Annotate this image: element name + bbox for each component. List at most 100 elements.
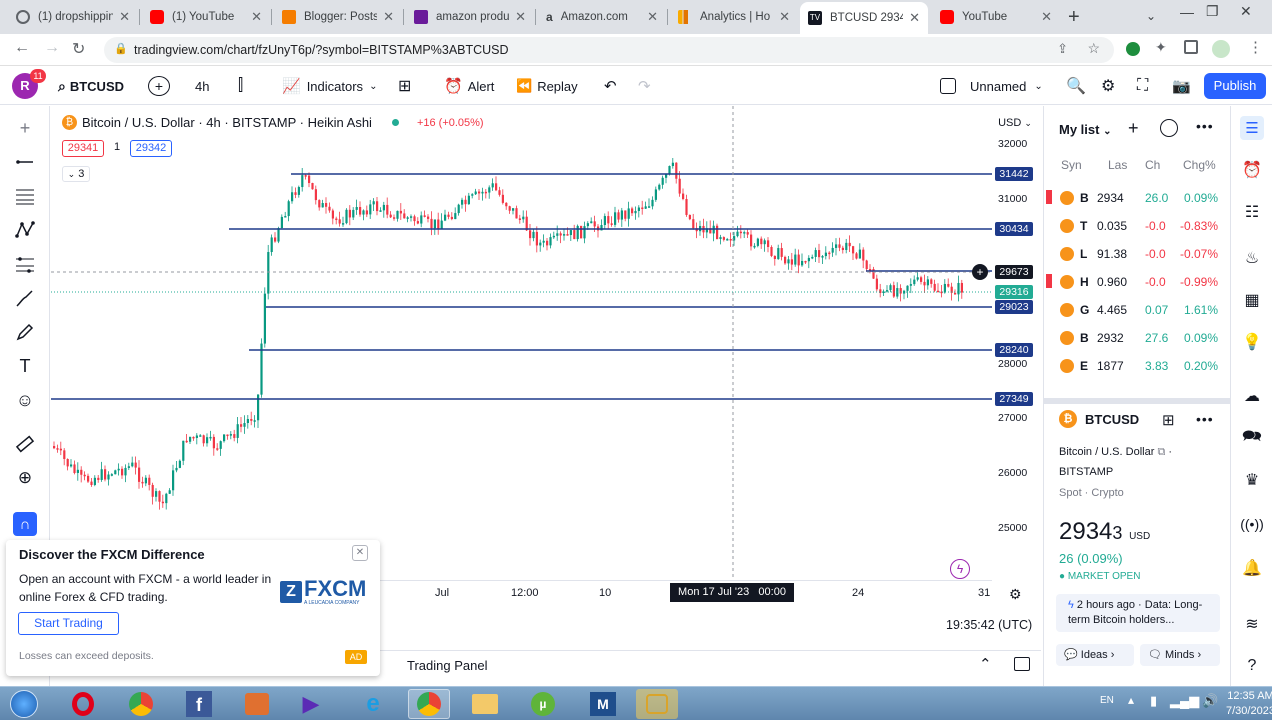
back-icon[interactable]: ←: [14, 39, 30, 57]
metatrader-icon[interactable]: M: [582, 689, 624, 719]
profile-avatar-icon[interactable]: [1212, 40, 1230, 58]
restore-icon[interactable]: ❐: [1206, 3, 1219, 20]
tab-btcusd[interactable]: TV BTCUSD 2934 ✕: [800, 2, 928, 34]
chart-legend[interactable]: ₿ Bitcoin / U.S. Dollar · 4h · BITSTAMP …: [62, 115, 484, 130]
watchlist-row[interactable]: B 2934 26.0 0.09%: [1044, 184, 1230, 212]
close-icon[interactable]: ✕: [779, 9, 790, 25]
alerts-clock-icon[interactable]: ⏰: [1240, 158, 1264, 182]
extension-icon[interactable]: [1126, 42, 1140, 56]
close-icon[interactable]: ✕: [119, 9, 130, 25]
news-item[interactable]: ϟ 2 hours ago · Data: Long-term Bitcoin …: [1056, 594, 1220, 632]
zoom-tool-icon[interactable]: ⊕: [13, 466, 37, 490]
text-tool-icon[interactable]: T: [13, 354, 37, 378]
network-icon[interactable]: ▂▄▆: [1170, 693, 1199, 709]
tab-analytics[interactable]: Analytics | Ho ✕: [670, 4, 798, 30]
replay-button[interactable]: ⏪ Replay: [516, 75, 578, 97]
maximize-panel-icon[interactable]: [1014, 657, 1030, 671]
symbol-search-button[interactable]: ⌕ BTCUSD: [58, 75, 124, 97]
tab-dropshipping[interactable]: (1) dropshipping ✕: [8, 4, 138, 30]
hotlists-flame-icon[interactable]: ♨: [1240, 246, 1264, 270]
fullscreen-button[interactable]: ⛶: [1137, 75, 1148, 97]
templates-button[interactable]: ⊞: [398, 75, 411, 97]
pattern-tool-icon[interactable]: [13, 218, 37, 242]
lightning-icon[interactable]: ϟ: [950, 559, 970, 579]
bookmark-star-icon[interactable]: ☆: [1087, 40, 1100, 57]
watchlist-icon[interactable]: ☰: [1240, 116, 1264, 140]
chats-icon[interactable]: 🗪: [1240, 426, 1264, 450]
tab-search-icon[interactable]: ⌄: [1146, 9, 1156, 23]
details-grid-icon[interactable]: ⊞: [1162, 411, 1175, 429]
magnet-tool-icon[interactable]: ∩: [13, 512, 37, 536]
close-ad-button[interactable]: ✕: [352, 545, 368, 561]
details-name[interactable]: Bitcoin / U.S. Dollar ⧉ ·: [1059, 446, 1172, 459]
indicators-button[interactable]: 📈 Indicators ⌄: [282, 75, 377, 97]
screenshot-button[interactable]: 📷: [1172, 75, 1191, 97]
help-icon[interactable]: ?: [1240, 654, 1264, 678]
facebook-icon[interactable]: f: [178, 689, 220, 719]
crosshair-tool-icon[interactable]: +: [13, 116, 37, 140]
tips-icon[interactable]: ♛: [1240, 468, 1264, 492]
watchlist-row[interactable]: H 0.960 -0.0 -0.99%: [1044, 268, 1230, 296]
chrome-active-icon[interactable]: [408, 689, 450, 719]
watchlist-row[interactable]: G 4.465 0.07 1.61%: [1044, 296, 1230, 324]
file-explorer-icon[interactable]: [464, 689, 506, 719]
window-close-icon[interactable]: ✕: [1240, 3, 1252, 20]
tab-youtube-1[interactable]: (1) YouTube ✕: [142, 4, 270, 30]
chrome-menu-icon[interactable]: ⋮: [1248, 38, 1263, 56]
pen-tool-icon[interactable]: [13, 320, 37, 344]
column-header-change-pct[interactable]: Chg%: [1183, 158, 1216, 172]
minds-button[interactable]: 🗨 Minds ›: [1140, 644, 1220, 666]
redo-button[interactable]: ↷: [638, 75, 651, 97]
tab-amazon[interactable]: a Amazon.com ✕: [538, 4, 666, 30]
indicator-toggle[interactable]: ⌄ 3: [62, 166, 90, 182]
calendar-icon[interactable]: ▦: [1240, 288, 1264, 312]
app-icon[interactable]: [636, 689, 678, 719]
interval-button[interactable]: 4h: [195, 75, 209, 97]
layout-name-button[interactable]: Unnamed ⌄: [940, 75, 1043, 97]
side-panel-icon[interactable]: [1184, 40, 1198, 54]
collapse-chevron-up-icon[interactable]: ⌃: [979, 655, 992, 673]
system-clock[interactable]: 12:35 AM 7/30/2023: [1226, 689, 1272, 719]
reload-icon[interactable]: ↻: [72, 39, 85, 59]
panel-divider[interactable]: [1044, 398, 1230, 404]
layers-icon[interactable]: ≋: [1240, 612, 1264, 636]
ruler-tool-icon[interactable]: [13, 432, 37, 456]
close-icon[interactable]: ✕: [515, 9, 526, 25]
price-chart[interactable]: [51, 106, 992, 606]
share-icon[interactable]: ⇪: [1057, 41, 1068, 57]
fib-tool-icon[interactable]: [13, 184, 37, 208]
streams-icon[interactable]: ☁: [1240, 384, 1264, 408]
chart-type-button[interactable]: ⫿: [238, 75, 243, 97]
emoji-tool-icon[interactable]: ☺: [13, 388, 37, 412]
new-tab-icon[interactable]: +: [1068, 6, 1080, 29]
extensions-puzzle-icon[interactable]: ✦: [1155, 39, 1167, 56]
column-header-last[interactable]: Las: [1108, 158, 1127, 172]
chrome-icon[interactable]: [120, 689, 162, 719]
forecast-tool-icon[interactable]: [13, 252, 37, 276]
add-alert-plus-icon[interactable]: +: [972, 264, 988, 280]
media-player-icon[interactable]: [236, 689, 278, 719]
watchlist-row[interactable]: B 2932 27.6 0.09%: [1044, 324, 1230, 352]
broadcast-icon[interactable]: ((•)): [1240, 512, 1264, 536]
quick-search-button[interactable]: 🔍: [1066, 75, 1086, 97]
close-icon[interactable]: ✕: [647, 9, 658, 25]
axis-settings-gear-icon[interactable]: ⚙: [1009, 586, 1022, 603]
opera-icon[interactable]: [62, 689, 104, 719]
utorrent-icon[interactable]: µ: [522, 689, 564, 719]
column-header-change[interactable]: Ch: [1145, 158, 1160, 172]
battery-icon[interactable]: ▮: [1150, 693, 1157, 709]
compare-symbol-button[interactable]: +: [148, 76, 170, 96]
brush-tool-icon[interactable]: [13, 286, 37, 310]
column-header-symbol[interactable]: Syn: [1061, 158, 1082, 172]
more-options-icon[interactable]: •••: [1196, 411, 1214, 427]
add-symbol-icon[interactable]: +: [1128, 118, 1139, 139]
close-icon[interactable]: ✕: [383, 9, 394, 25]
trendline-tool-icon[interactable]: [13, 150, 37, 174]
tab-amazon-products[interactable]: amazon produ ✕: [406, 4, 534, 30]
alert-button[interactable]: ⏰ Alert: [444, 75, 494, 97]
data-window-icon[interactable]: ☷: [1240, 200, 1264, 224]
details-symbol[interactable]: ₿ BTCUSD: [1059, 410, 1139, 428]
ideas-bulb-icon[interactable]: 💡: [1240, 330, 1264, 354]
watchlist-row[interactable]: L 91.38 -0.0 -0.07%: [1044, 240, 1230, 268]
watchlist-title[interactable]: My list ⌄: [1059, 122, 1111, 137]
